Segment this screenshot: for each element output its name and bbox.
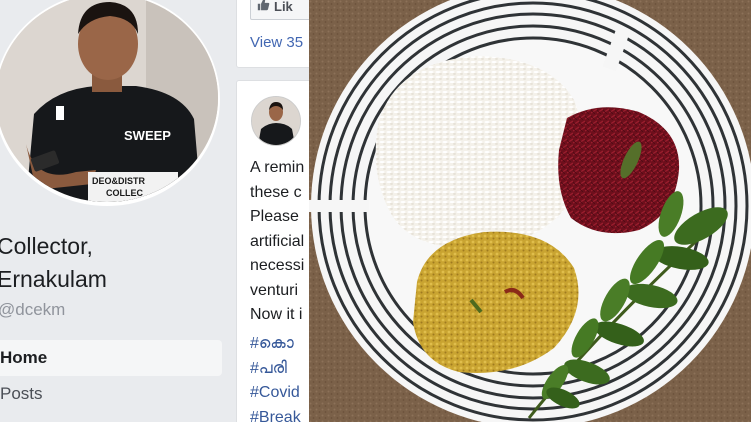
profile-picture-frame: SWEEP DEO&DISTR COLLEC (0, 0, 220, 206)
post-line: venturi (250, 281, 299, 299)
nameplate-text-2: COLLEC (106, 188, 143, 198)
post-body-text: A remin these c Please artificial necess… (250, 156, 309, 328)
page-username[interactable]: @dcekm (0, 300, 65, 320)
page-title[interactable]: Collector, Ernakulam (0, 230, 227, 296)
post-line: artificial (250, 232, 305, 250)
view-comments-link[interactable]: View 35 (250, 34, 303, 51)
nav-item-home[interactable]: Home (0, 340, 222, 376)
page-title-line-2: Ernakulam (0, 266, 107, 292)
thumbs-up-icon (257, 0, 270, 14)
hashtag-link[interactable]: #കൊ (250, 332, 309, 357)
post-line: Now it i (250, 306, 303, 323)
like-button[interactable]: Lik (250, 0, 309, 20)
nameplate-text-1: DEO&DISTR (92, 176, 146, 186)
profile-picture[interactable]: SWEEP DEO&DISTR COLLEC (0, 0, 218, 202)
food-plate-photo (309, 0, 751, 422)
shirt-logo-text: SWEEP (124, 128, 171, 143)
post-line: necessi (250, 257, 305, 274)
post-feed-column: Lik View 35 A remin these c Please artif… (236, 0, 309, 422)
post-line: A remin (250, 159, 305, 176)
post-author-avatar[interactable] (251, 96, 301, 146)
plate-illustration (309, 0, 751, 422)
hashtag-link[interactable]: #Covid (250, 381, 309, 406)
nav-item-posts[interactable]: Posts (0, 384, 43, 404)
hashtag-link[interactable]: #Break (250, 406, 309, 422)
nav-item-home-label: Home (0, 348, 48, 367)
post-hashtags: #കൊ #പരി #Covid #Break (250, 332, 309, 422)
hashtag-link[interactable]: #പരി (250, 357, 309, 382)
post-line: Please (250, 208, 299, 225)
like-button-label: Lik (274, 0, 293, 14)
page-sidebar: SWEEP DEO&DISTR COLLEC Collector, Ernaku… (0, 0, 236, 422)
page-title-line-1: Collector, (0, 233, 93, 259)
post-line: these c (250, 183, 302, 201)
